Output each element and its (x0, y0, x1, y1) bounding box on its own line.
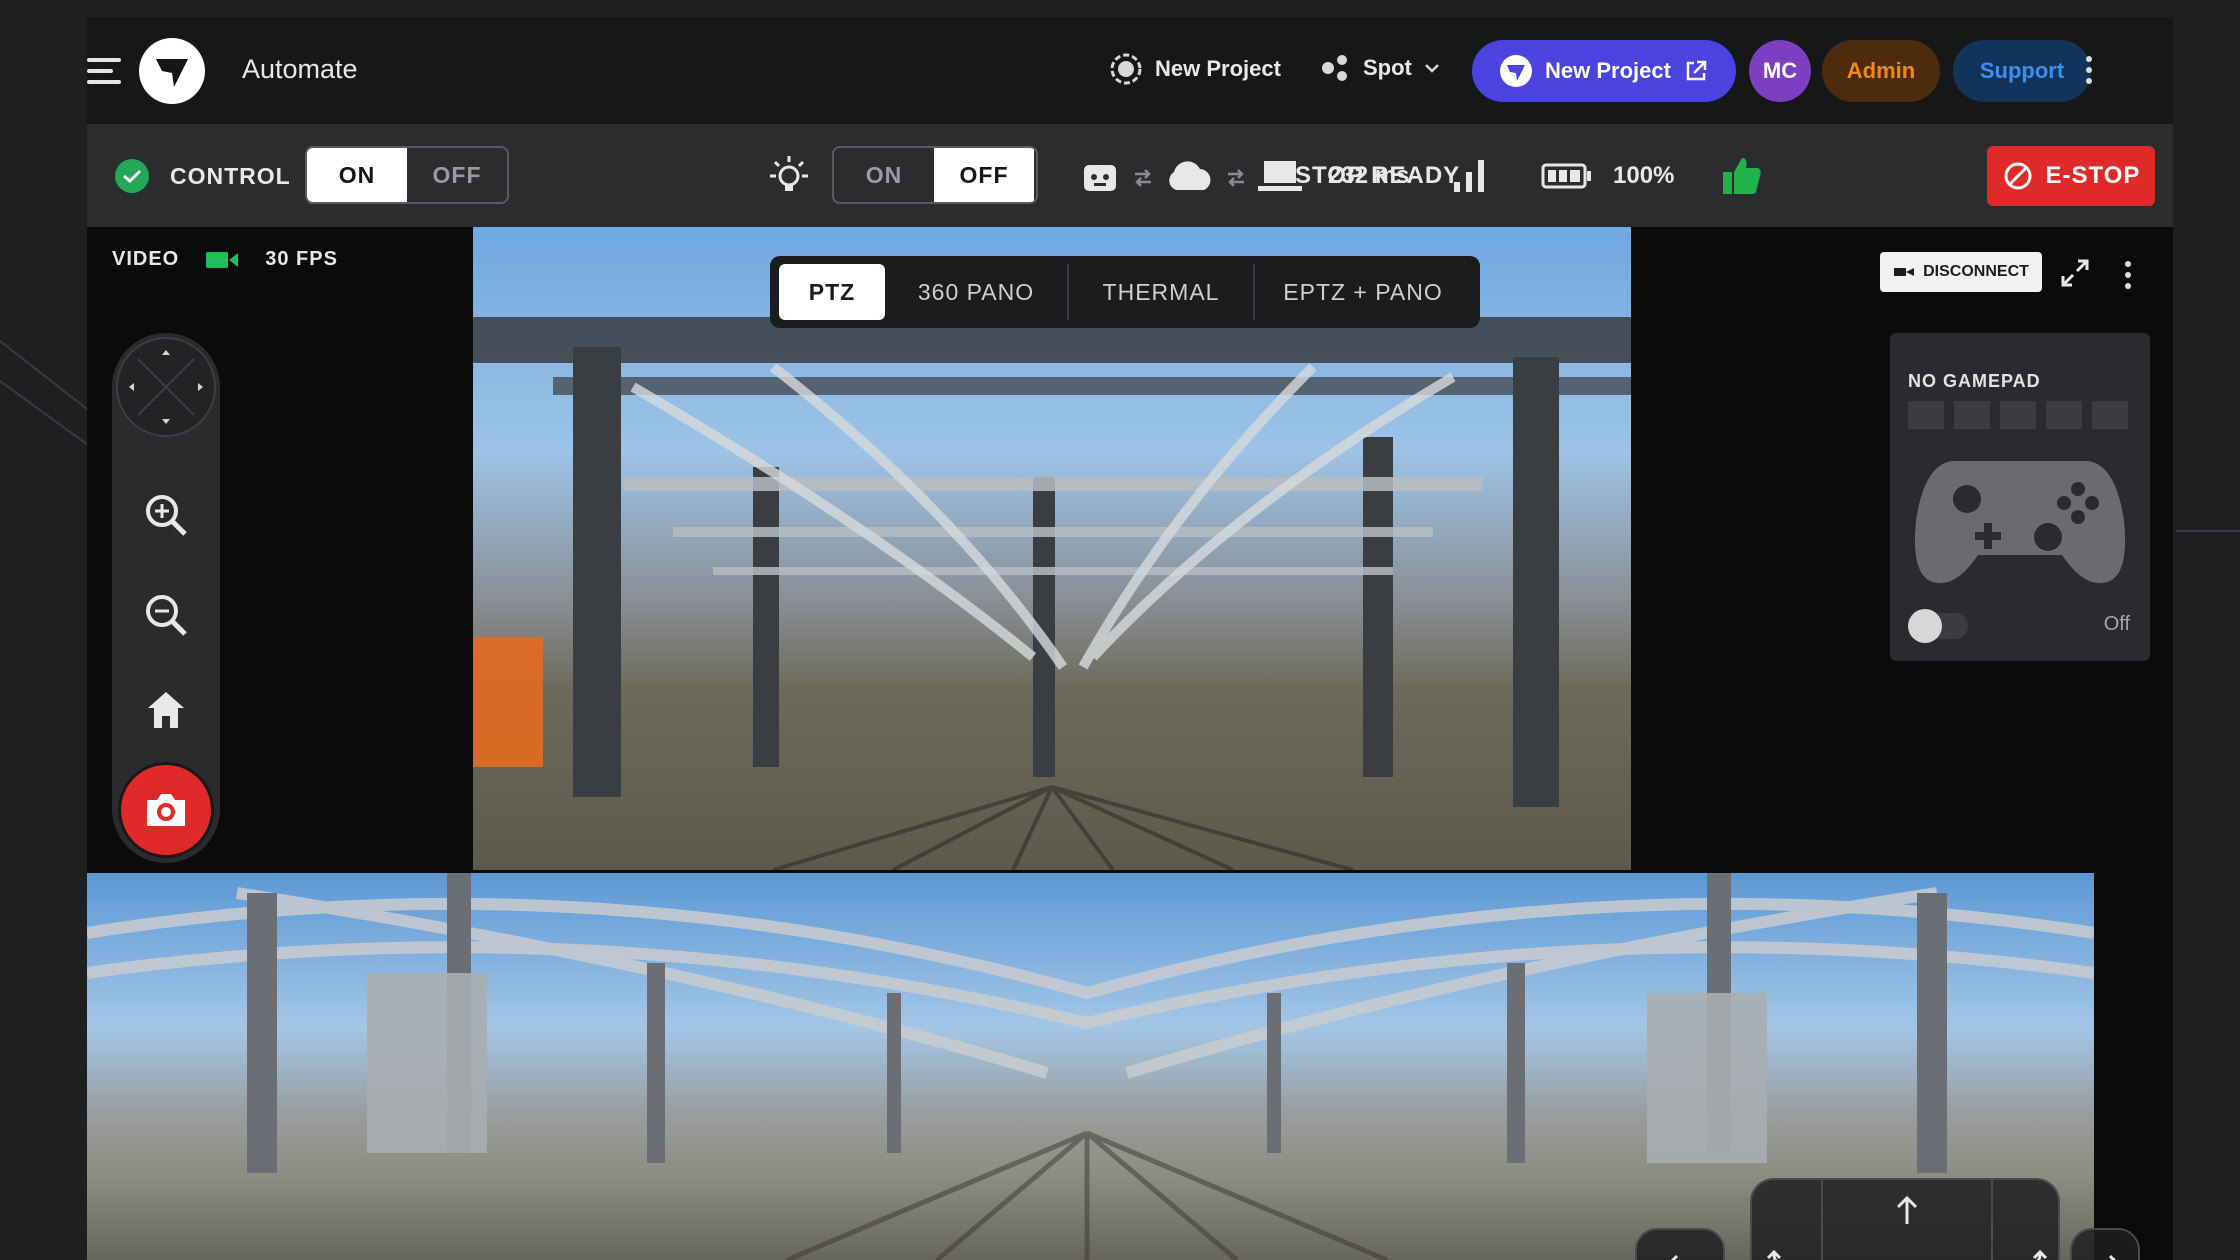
light-off-button[interactable]: OFF (934, 148, 1034, 202)
background-line (0, 380, 98, 453)
dpad-arrows-icon (129, 350, 203, 424)
battery-readout: 100% (1613, 162, 1675, 189)
prohibited-icon (2004, 162, 2032, 190)
light-on-button[interactable]: ON (834, 148, 934, 202)
ptz-dpad[interactable] (116, 337, 216, 437)
zoom-out-icon (146, 595, 187, 636)
camera-tabs: PTZ 360 PANO THERMAL EPTZ + PANO (770, 256, 1480, 328)
tab-eptz-pano[interactable]: EPTZ + PANO (1255, 264, 1471, 320)
control-on-button[interactable]: ON (307, 148, 407, 202)
arrow-left-icon (1670, 1254, 1679, 1260)
drive-pad[interactable] (1750, 1178, 2060, 1260)
home-button[interactable] (136, 680, 196, 740)
robot-label: Spot (1363, 55, 1412, 80)
arrow-right-icon (2108, 1254, 2117, 1260)
project-icon (1110, 53, 1142, 85)
avatar[interactable]: MC (1749, 40, 1811, 102)
project-selector[interactable]: New Project (1109, 52, 1281, 86)
gamepad-toggle[interactable] (1908, 609, 1968, 643)
robot-nodes-icon (1322, 55, 1347, 81)
tab-thermal[interactable]: THERMAL (1069, 264, 1255, 320)
camera-icon (147, 794, 185, 826)
logo-small-icon (1500, 55, 1533, 87)
gamepad-toggle-label: Off (2103, 613, 2130, 635)
gamepad-icon (1914, 461, 2126, 584)
check-icon (115, 159, 149, 193)
project-label: New Project (1155, 56, 1281, 81)
gamepad-panel: NO GAMEPAD Off (1890, 333, 2150, 661)
light-toggle[interactable]: ON OFF (832, 146, 1038, 204)
swap-arrows-icon (1135, 169, 1151, 187)
chevron-down-icon (1425, 64, 1439, 73)
light-bulb-icon (770, 156, 808, 191)
zoom-in-button[interactable] (136, 485, 196, 545)
snapshot-button[interactable] (121, 765, 211, 855)
new-project-button[interactable]: New Project (1472, 40, 1736, 102)
drive-right-button[interactable] (2070, 1228, 2140, 1260)
video-camera-icon (206, 251, 239, 268)
home-icon (148, 692, 184, 728)
cloud-icon (1169, 161, 1211, 190)
admin-button[interactable]: Admin (1822, 40, 1940, 102)
robot-selector[interactable]: Spot (1319, 52, 1440, 84)
top-header: Automate New Project Spot New Project MC… (87, 18, 2173, 124)
fullscreen-icon[interactable] (2060, 258, 2090, 288)
estop-button[interactable]: E-STOP (1987, 146, 2155, 206)
zoom-in-icon (146, 495, 187, 536)
battery-icon (1541, 163, 1591, 189)
video-label: VIDEO (112, 248, 180, 270)
support-button[interactable]: Support (1953, 40, 2091, 102)
menu-icon[interactable] (87, 58, 121, 84)
more-menu-icon[interactable] (2086, 56, 2092, 89)
external-link-icon (1686, 60, 1707, 81)
control-bar: CONTROL ON OFF ON OFF 232 ms 100% ESTOP … (87, 124, 2173, 227)
logo-icon[interactable] (139, 38, 205, 104)
app-title: Automate (242, 54, 358, 84)
zoom-out-button[interactable] (136, 585, 196, 645)
thumbs-up-icon (1723, 158, 1761, 194)
tab-ptz[interactable]: PTZ (779, 264, 885, 320)
robot-icon (1084, 165, 1116, 191)
video-more-icon[interactable] (2125, 261, 2131, 294)
tab-360-pano[interactable]: 360 PANO (885, 264, 1069, 320)
video-status: VIDEO 30 FPS (112, 248, 338, 271)
gamepad-title: NO GAMEPAD (1908, 371, 2041, 391)
estop-label: E-STOP (2045, 162, 2141, 189)
new-project-label: New Project (1545, 58, 1671, 83)
disconnect-label: DISCONNECT (1923, 263, 2029, 280)
fps-label: 30 FPS (265, 248, 338, 270)
control-label: CONTROL (170, 163, 291, 189)
control-off-button[interactable]: OFF (407, 148, 507, 202)
background-line (2176, 530, 2240, 532)
drive-arrows-icon (1766, 1180, 2048, 1260)
app-window: Automate New Project Spot New Project MC… (87, 18, 2173, 1260)
estop-status: ESTOP READY (1278, 162, 1461, 189)
control-toggle[interactable]: ON OFF (305, 146, 509, 204)
drive-left-button[interactable] (1635, 1228, 1725, 1260)
unplug-icon (1894, 268, 1915, 276)
camera-controls (112, 333, 220, 863)
swap-arrows-icon (1228, 169, 1244, 187)
disconnect-button[interactable]: DISCONNECT (1880, 252, 2042, 292)
gamepad-slots (1908, 401, 2128, 429)
